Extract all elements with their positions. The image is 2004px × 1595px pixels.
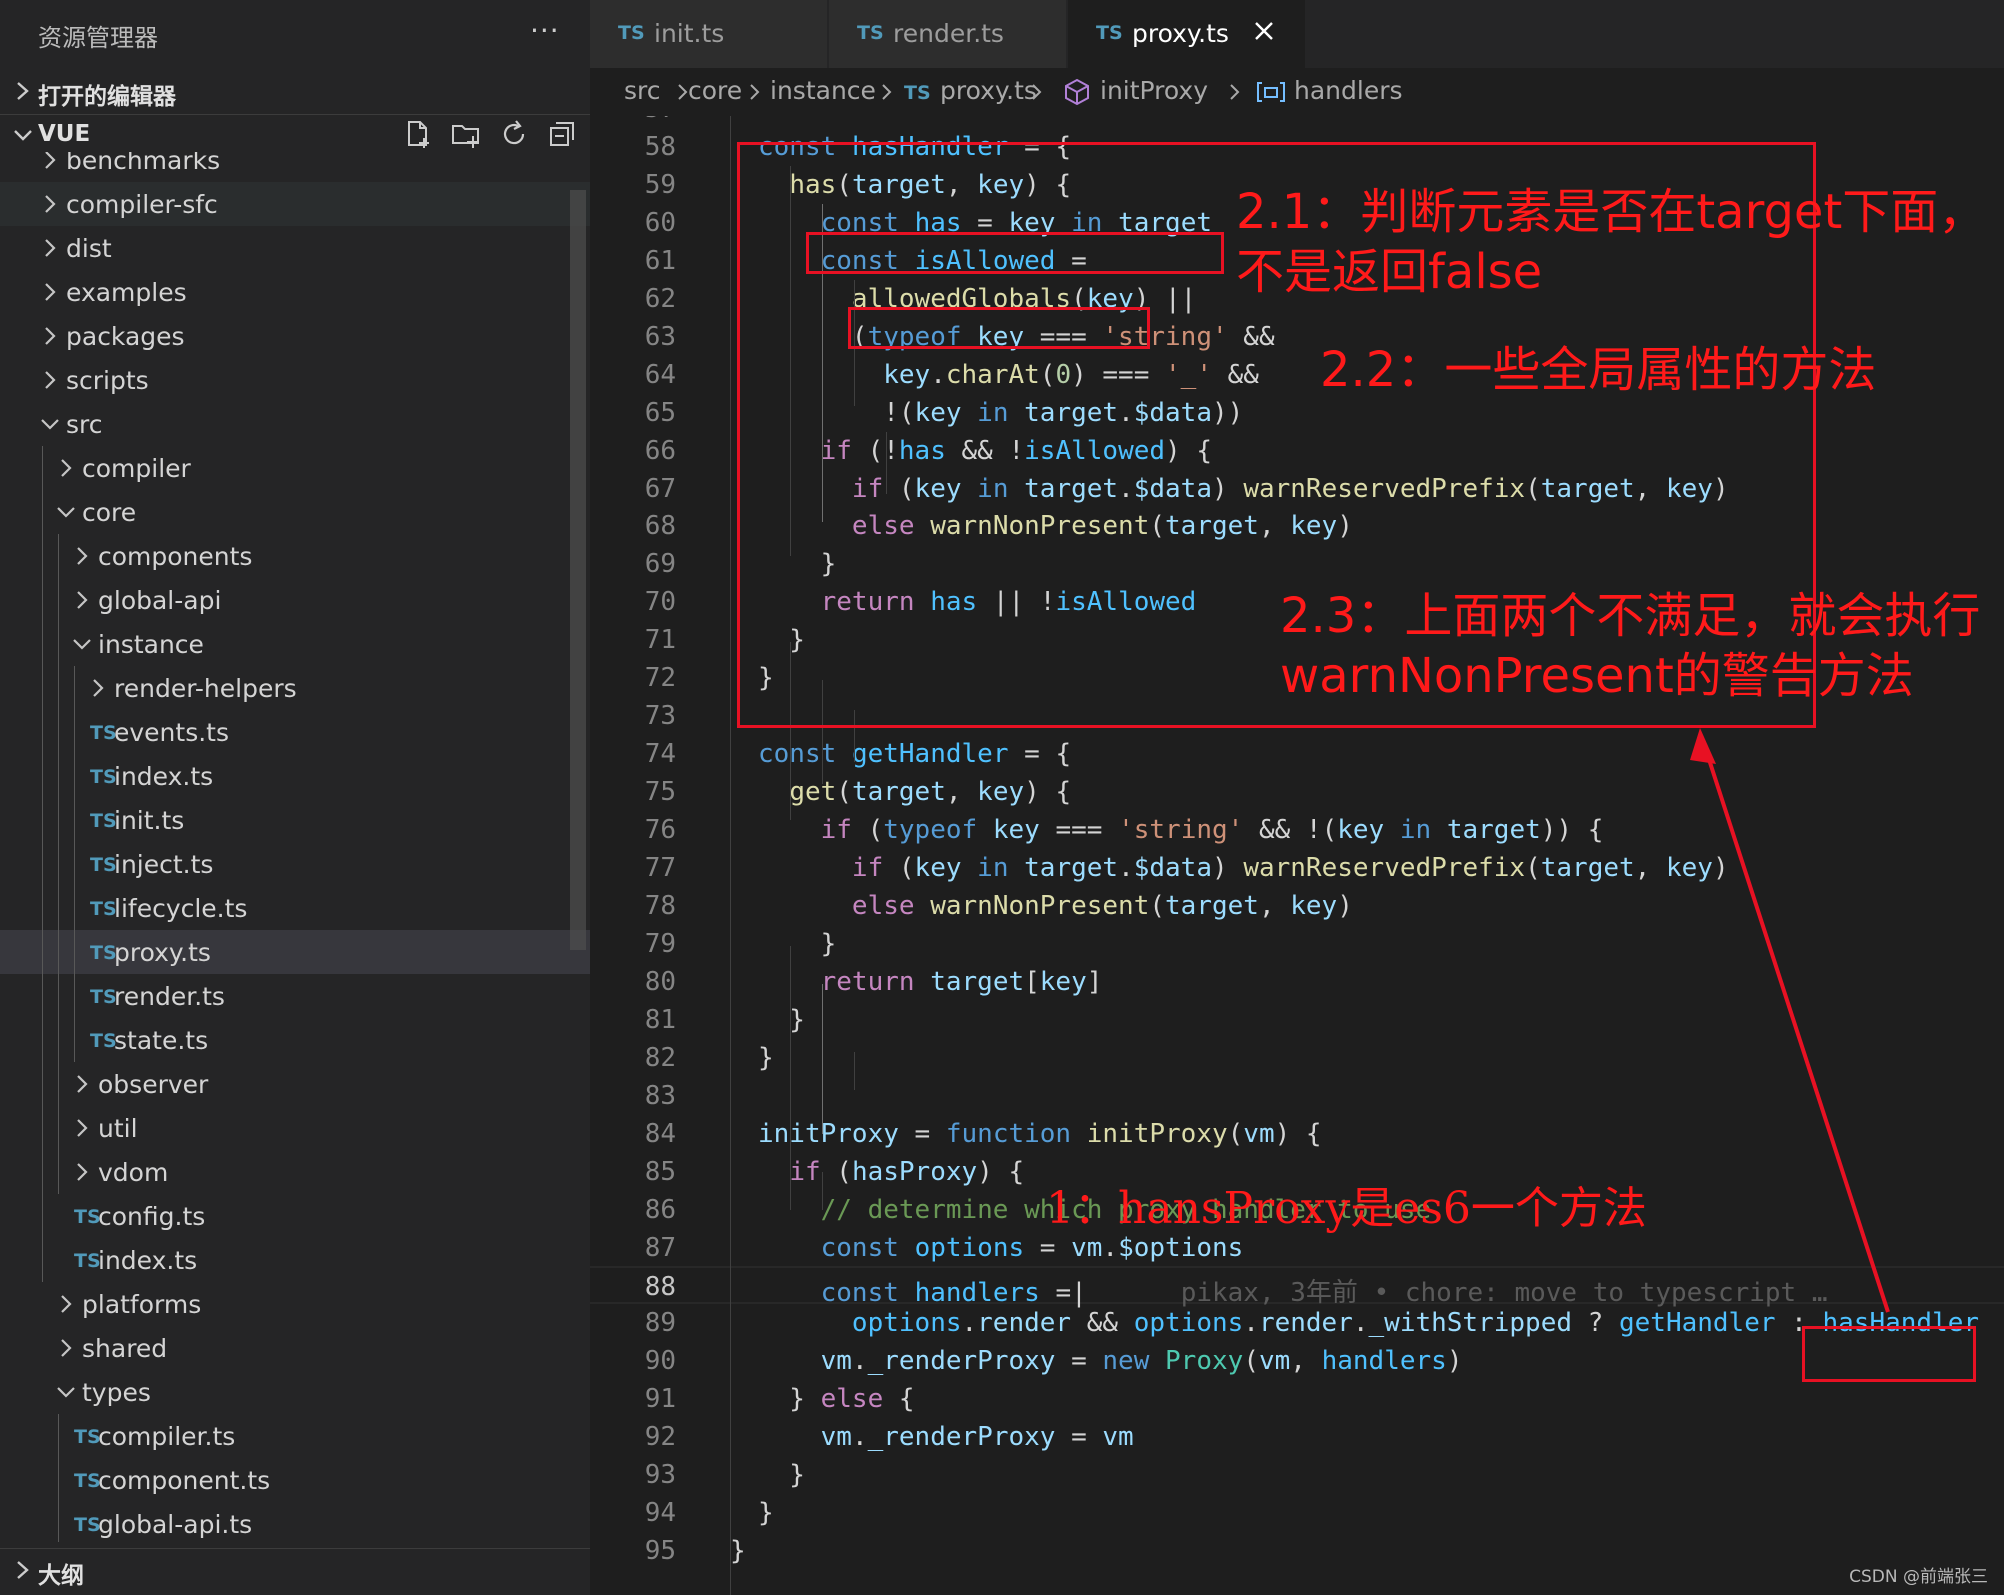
annotation-2-2: 2.2：一些全局属性的方法 <box>1320 342 1877 398</box>
watermark: CSDN @前端张三 <box>1849 1567 1988 1587</box>
annotation-2-3-line2: warnNonPresent的警告方法 <box>1280 648 1914 704</box>
annotation-2-1-line2: 不是返回false <box>1236 244 1543 300</box>
annotation-1: 1：hansProxy是es6一个方法 <box>1046 1183 1647 1234</box>
